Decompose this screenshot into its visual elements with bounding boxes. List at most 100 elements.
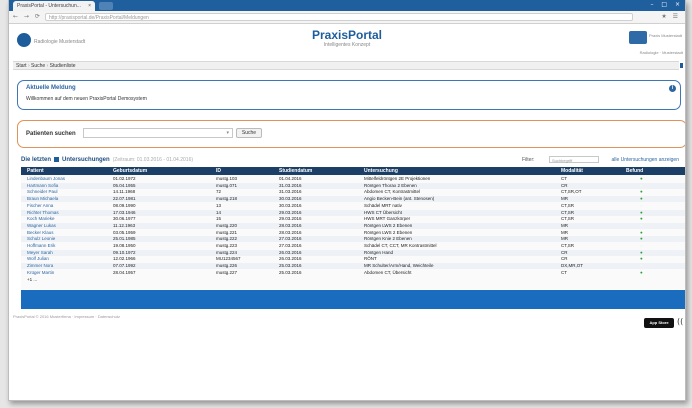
cell-patient[interactable]: Wagner Lukas [27, 223, 56, 229]
cell-patient[interactable]: Meyer Sarah [27, 250, 53, 256]
cell-exam: MR Schulter/Arm/Hand, Weichteile [364, 263, 434, 269]
bottom-bar [21, 290, 685, 309]
more-rows[interactable]: +1 ... [27, 277, 37, 283]
cell-exam: HWS CT Übersicht [364, 209, 402, 215]
browser-menu-buttons[interactable]: ★ ☰ [661, 13, 680, 20]
table-row[interactable]: Zimmer Nora 07.07.1992 mustg.226 25.03.2016… [21, 263, 685, 270]
info-icon[interactable]: i [669, 85, 676, 92]
chevron-down-icon[interactable]: ▾ [226, 129, 229, 137]
tab-close-icon[interactable]: × [88, 1, 91, 11]
cell-study-date: 26.03.2016 [279, 256, 302, 262]
exams-table: Patient Geburtsdatum ID Studiendatum Unt… [21, 167, 685, 289]
cell-modality: DX,MR,OT [561, 263, 583, 269]
col-report[interactable]: Befund [626, 167, 643, 175]
app-store-badge[interactable]: App Store [644, 318, 674, 328]
cell-patient[interactable]: Becker Klaus [27, 230, 54, 236]
page-title: PraxisPortal [311, 28, 383, 42]
cell-patient[interactable]: Zimmer Nora [27, 263, 53, 269]
cell-patient[interactable]: Richter Thomas [27, 210, 59, 216]
cell-study-date: 25.03.2016 [279, 269, 302, 275]
filter-input[interactable]: Suchbegriff [549, 156, 599, 163]
cell-study-date: 29.03.2016 [279, 216, 302, 222]
cell-patient[interactable]: Krüger Martin [27, 270, 54, 276]
cell-patient[interactable]: Fischer Anna [27, 203, 53, 209]
col-birthdate[interactable]: Geburtsdatum [113, 167, 147, 175]
cell-id: mustg.222 [216, 236, 238, 242]
cell-modality: CT [561, 269, 567, 275]
cell-patient[interactable]: Hartmann Sofia [27, 183, 58, 189]
cell-patient[interactable]: Schneider Paul [27, 189, 58, 195]
table-row[interactable]: Richter Thomas 17.03.1946 14 29.03.2016 HWS … [21, 209, 685, 216]
right-logo-subtext: Radiologie · Musterstadt [639, 50, 683, 55]
cell-id: 72 [216, 189, 222, 195]
cell-id: 14 [216, 209, 222, 215]
report-status-icon: ● [640, 236, 643, 242]
table-row[interactable]: Meyer Sarah 09.10.1972 mustg.224 26.03.2016… [21, 249, 685, 256]
breadcrumb-item[interactable]: Suche [31, 63, 45, 69]
cell-exam: Röntgen Hand [364, 249, 394, 255]
cell-patient[interactable]: Lindenbaum Jonas [27, 176, 65, 182]
cell-study-date: 30.03.2016 [279, 196, 302, 202]
cell-exam: Angio Becken-Bein (ant. Stenosen) [364, 196, 435, 202]
patient-search-panel: Patienten suchen ▾ Suche [17, 120, 685, 148]
table-row[interactable]: Lindenbaum Jonas 01.02.1972 mustg.103 01.04… [21, 176, 685, 182]
cell-id: mustg.220 [216, 222, 238, 228]
cell-patient[interactable]: Braun Michaela [27, 196, 58, 202]
table-row[interactable]: Becker Klaus 03.05.1959 mustg.221 28.03.201… [21, 229, 685, 236]
show-all-link[interactable]: alle Untersuchungen anzeigen [611, 157, 679, 163]
table-row[interactable]: Fischer Anna 08.09.1990 13 30.03.2016 Schäde… [21, 202, 685, 209]
cell-id: mustg.221 [216, 229, 238, 235]
table-row[interactable]: Hoffmann Erik 19.08.1950 mustg.223 27.03.20… [21, 243, 685, 249]
cell-patient[interactable]: Hoffmann Erik [27, 243, 55, 249]
new-tab-button[interactable] [99, 2, 113, 10]
col-modality[interactable]: Modalität [561, 167, 583, 175]
practice-logo-icon[interactable] [629, 31, 647, 44]
cell-study-date: 31.03.2016 [279, 189, 302, 195]
cell-patient[interactable]: Koch Marieke [27, 216, 55, 222]
col-exam[interactable]: Untersuchung [364, 167, 398, 175]
report-status-icon: ● [640, 229, 643, 235]
search-button[interactable]: Suche [236, 128, 262, 138]
cell-id: 13 [216, 202, 222, 208]
cell-exam: Schädel CT, CCT, MR Kontrastmittel [364, 243, 437, 248]
table-row[interactable]: Schneider Paul 14.11.1968 72 31.03.2016 Abdo… [21, 189, 685, 195]
table-row[interactable]: Hartmann Sofia 05.04.1955 mustg.071 31.03.2… [21, 182, 685, 189]
search-input[interactable]: ▾ [83, 128, 233, 138]
col-study-date[interactable]: Studiendatum [279, 167, 312, 175]
scroll-marker [680, 63, 683, 68]
cell-modality: CT,SR [561, 243, 575, 248]
col-id[interactable]: ID [216, 167, 221, 175]
col-patient[interactable]: Patient [27, 167, 44, 175]
brand: PraxisPortal Intelligentes Konzept [9, 29, 685, 49]
filter-label: Filter: [522, 157, 535, 163]
cell-patient[interactable]: Schulz Leonie [27, 236, 55, 242]
notice-panel: Aktuelle Meldung Willkommen auf dem neue… [17, 80, 681, 110]
breadcrumb-item[interactable]: Start [16, 63, 27, 69]
url-field[interactable]: http://praxisportal.de/PraxisPortal/Meld… [45, 13, 633, 21]
cell-exam: Abdomen CT, Kontrastmittel [364, 189, 421, 195]
cell-exam: RÖNT [364, 256, 377, 262]
report-status-icon: ● [640, 196, 643, 202]
table-row[interactable]: Wolf Julian 12.02.1966 MU1234567 26.03.2016… [21, 256, 685, 262]
cell-birthdate: 09.10.1972 [113, 249, 136, 255]
report-status-icon: ● [640, 202, 643, 208]
window-controls[interactable]: – □ × [650, 1, 683, 8]
cell-study-date: 25.03.2016 [279, 263, 302, 269]
cell-birthdate: 05.04.1955 [113, 182, 136, 188]
cell-birthdate: 19.08.1950 [113, 243, 136, 248]
table-row[interactable]: Krüger Martin 28.04.1957 mustg.227 25.03.20… [21, 269, 685, 276]
table-row[interactable]: Schulz Leonie 25.01.1985 mustg.222 27.03.20… [21, 236, 685, 243]
report-status-icon: ● [640, 216, 643, 222]
table-row[interactable]: Wagner Lukas 11.12.1963 mustg.220 28.03.201… [21, 222, 685, 229]
cell-modality: CT [561, 176, 567, 181]
cell-id: MU1234567 [216, 256, 241, 262]
cell-birthdate: 03.05.1959 [113, 229, 136, 235]
cut-off-icon: (( [677, 317, 684, 326]
cell-patient[interactable]: Wolf Julian [27, 256, 49, 262]
table-row[interactable]: Koch Marieke 30.06.1977 15 29.03.2016 HWS MR… [21, 216, 685, 222]
table-row[interactable]: Braun Michaela 22.07.1981 mustg.218 30.03.2… [21, 196, 685, 203]
report-status-icon: ● [640, 256, 643, 262]
cell-modality: CR [561, 182, 568, 188]
browser-tab[interactable]: PraxisPortal - Untersuchun... × [13, 1, 95, 11]
report-status-icon: ● [640, 269, 643, 275]
